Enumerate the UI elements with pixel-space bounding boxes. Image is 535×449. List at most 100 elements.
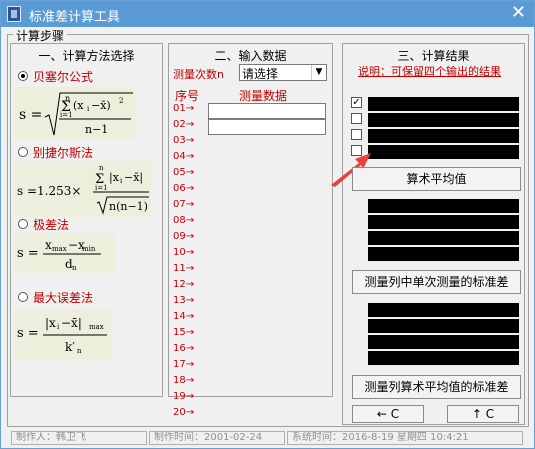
row-label: 13→ — [173, 295, 195, 306]
row-label: 05→ — [173, 167, 195, 178]
row-label: 17→ — [173, 359, 195, 370]
formula-max-error: s = |x i −x̄| max k′ n — [15, 309, 111, 359]
svg-text:i: i — [87, 105, 90, 113]
method-panel-title: 一、计算方法选择 — [38, 49, 135, 63]
svg-text:s =1.253×: s =1.253× — [17, 184, 81, 198]
std-single-output-3 — [368, 231, 519, 245]
app-window: 标准差计算工具 ✕ 计算步骤 一、计算方法选择 贝塞尔公式 s = n Σ (x… — [0, 0, 535, 449]
svg-text:max: max — [52, 245, 67, 253]
std-mean-output-3 — [368, 335, 519, 349]
svg-text:n−1: n−1 — [85, 123, 108, 136]
status-made-time: 制作时间：2001-02-24 — [149, 431, 285, 445]
title-bar: 标准差计算工具 ✕ — [1, 1, 534, 27]
backspace-clear-button[interactable]: ← C — [352, 405, 424, 423]
radio-bezhers[interactable] — [18, 147, 28, 157]
row-label: 20→ — [173, 407, 195, 418]
chevron-down-icon[interactable]: ▼ — [311, 65, 326, 80]
svg-text:2: 2 — [119, 97, 123, 105]
row-label: 18→ — [173, 375, 195, 386]
method-label-bezhers: 别捷尔斯法 — [33, 146, 94, 160]
std-single-output-1 — [368, 199, 519, 213]
method-label-range: 极差法 — [33, 218, 70, 232]
std-single-output-2 — [368, 215, 519, 229]
count-select-value: 请选择 — [242, 67, 279, 81]
status-system-time: 系统时间：2016-8-19 星期四 10:4:21 — [287, 431, 523, 445]
seq-header: 序号 — [175, 89, 200, 103]
std-mean-output-2 — [368, 319, 519, 333]
mean-output-4 — [368, 145, 519, 159]
input-panel-title: 二、输入数据 — [214, 49, 287, 63]
std-mean-output-4 — [368, 351, 519, 365]
keep-checkbox-1[interactable]: ✓ — [351, 97, 362, 108]
row-label: 19→ — [173, 391, 195, 402]
formula-bessel-graphic: s = n Σ (x i −x̄) 2 i=1 n−1 — [19, 92, 133, 136]
svg-text:i: i — [120, 177, 123, 185]
formula-range-graphic: s = x max −x min d n — [17, 238, 101, 272]
svg-text:n: n — [72, 264, 77, 272]
row-label: 16→ — [173, 343, 195, 354]
mean-button[interactable]: 算术平均值 — [352, 167, 521, 191]
svg-text:|x: |x — [45, 316, 56, 330]
svg-text:k′: k′ — [65, 340, 75, 354]
row-label: 09→ — [173, 231, 195, 242]
data-header: 测量数据 — [239, 89, 288, 103]
row-label: 07→ — [173, 199, 195, 210]
svg-text:i=1: i=1 — [60, 111, 73, 119]
row-label: 08→ — [173, 215, 195, 226]
svg-text:i=1: i=1 — [95, 184, 108, 192]
method-label-bessel: 贝塞尔公式 — [33, 70, 94, 84]
data-input-02[interactable] — [208, 119, 326, 135]
formula-range: s = x max −x min d n — [15, 233, 115, 273]
row-label: 04→ — [173, 151, 195, 162]
svg-text:−x̄|: −x̄| — [124, 171, 143, 185]
svg-text:max: max — [89, 323, 104, 331]
row-label: 14→ — [173, 311, 195, 322]
formula-bessel: s = n Σ (x i −x̄) 2 i=1 n−1 — [15, 87, 135, 139]
svg-text:x: x — [45, 238, 52, 252]
clear-all-button[interactable]: ↑ C — [447, 405, 519, 423]
row-label: 10→ — [173, 247, 195, 258]
app-icon — [7, 6, 21, 22]
row-label: 12→ — [173, 279, 195, 290]
svg-text:i: i — [57, 323, 60, 331]
svg-text:−x̄): −x̄) — [91, 99, 111, 112]
svg-text:−x̄|: −x̄| — [61, 316, 82, 330]
svg-text:n(n−1): n(n−1) — [109, 200, 148, 213]
formula-max-error-graphic: s = |x i −x̄| max k′ n — [17, 316, 107, 355]
row-label: 03→ — [173, 135, 195, 146]
row-label: 01→ — [173, 103, 195, 114]
window-title: 标准差计算工具 — [29, 10, 121, 25]
close-icon[interactable]: ✕ — [511, 3, 526, 23]
steps-frame-label: 计算步骤 — [13, 27, 68, 44]
mean-output-3 — [368, 129, 519, 143]
keep-checkbox-2[interactable] — [351, 113, 362, 124]
std-mean-output-1 — [368, 303, 519, 317]
result-note: 说明：可保留四个输出的结果 — [358, 65, 501, 78]
data-input-01[interactable] — [208, 103, 326, 119]
svg-text:|x: |x — [109, 171, 120, 185]
method-label-max-error: 最大误差法 — [33, 291, 94, 305]
std-mean-button[interactable]: 测量列算术平均值的标准差 — [352, 375, 521, 399]
svg-text:(x: (x — [73, 99, 84, 112]
formula-bezhers-graphic: s =1.253× n Σ |x i −x̄| i=1 n(n−1) — [17, 164, 149, 215]
radio-max-error[interactable] — [18, 292, 28, 302]
svg-text:s =: s = — [19, 107, 42, 123]
count-label: 测量次数n — [173, 68, 224, 81]
std-single-output-4 — [368, 247, 519, 261]
row-label: 02→ — [173, 119, 195, 130]
radio-bessel[interactable] — [18, 71, 28, 81]
mean-output-2 — [368, 113, 519, 127]
status-author: 制作人：韩卫飞 — [11, 431, 147, 445]
result-panel-title: 三、计算结果 — [397, 49, 470, 63]
keep-checkbox-3[interactable] — [351, 129, 362, 140]
radio-range[interactable] — [18, 219, 28, 229]
row-label: 11→ — [173, 263, 195, 274]
formula-bezhers: s =1.253× n Σ |x i −x̄| i=1 n(n−1) — [15, 161, 151, 217]
std-single-button[interactable]: 测量列中单次测量的标准差 — [352, 270, 521, 294]
svg-text:s =: s = — [17, 246, 39, 261]
svg-text:n: n — [77, 347, 82, 355]
mean-output-1 — [368, 97, 519, 111]
svg-text:min: min — [82, 245, 96, 253]
count-select[interactable]: 请选择 ▼ — [239, 64, 327, 81]
svg-text:s =: s = — [17, 326, 39, 341]
